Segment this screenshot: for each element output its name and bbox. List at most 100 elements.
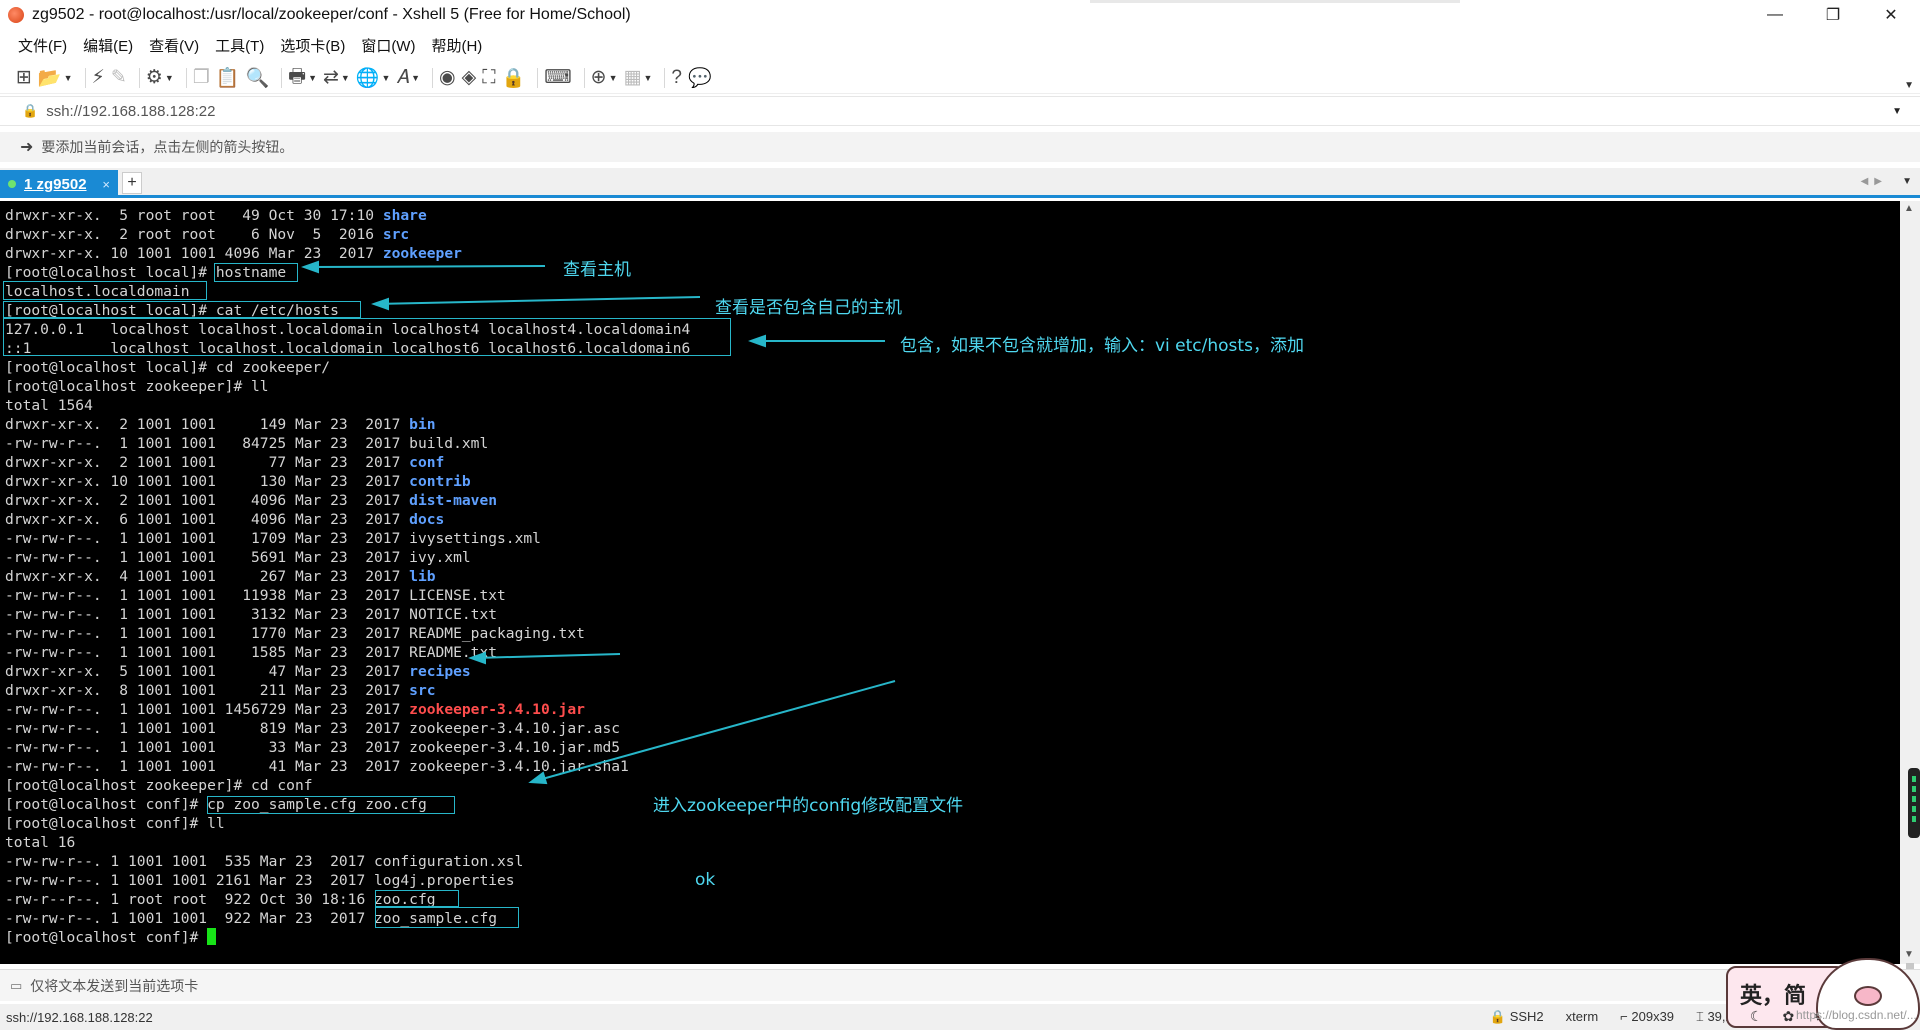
paste-icon[interactable]: 📋: [216, 66, 240, 90]
title-strip: [1090, 0, 1460, 3]
terminal-text: -rw-rw-r--. 1 1001 1001 5691 Mar 23 2017…: [5, 549, 471, 566]
print-icon[interactable]: 🖶 ▼: [288, 66, 317, 90]
toolbar-separator: [664, 67, 666, 88]
terminal-text: -rw-rw-r--. 1 1001 1001 2161 Mar 23 2017…: [5, 872, 515, 889]
chat-icon[interactable]: 💬: [688, 66, 712, 90]
xshell-app-icon: [8, 7, 24, 23]
send-target-icon[interactable]: ▭: [10, 978, 22, 994]
help-icon[interactable]: ?: [671, 66, 682, 90]
open-folder-icon[interactable]: 📂 ▼: [38, 66, 73, 90]
font-icon[interactable]: 𝐴 ▼: [396, 66, 420, 90]
close-button[interactable]: ✕: [1862, 0, 1920, 30]
address-input[interactable]: ssh://192.168.188.128:22: [46, 103, 215, 120]
highlight-hostname-cmd: [214, 263, 298, 282]
menu-bar: 文件(F) 编辑(E) 查看(V) 工具(T) 选项卡(B) 窗口(W) 帮助(…: [0, 30, 1920, 60]
terminal-line: -rw-rw-r--. 1 1001 1001 5691 Mar 23 2017…: [5, 548, 690, 567]
toolbar-overflow-icon[interactable]: ▼: [1904, 80, 1914, 91]
terminal-line: -rw-rw-r--. 1 1001 1001 2161 Mar 23 2017…: [5, 871, 690, 890]
terminal-line: [root@localhost zookeeper]# cd conf: [5, 776, 690, 795]
terminal-text: [root@localhost local]# cd zookeeper/: [5, 359, 331, 376]
terminal-text: [root@localhost zookeeper]# cd conf: [5, 777, 313, 794]
terminal-line: drwxr-xr-x. 2 1001 1001 77 Mar 23 2017 c…: [5, 453, 690, 472]
send-target-text[interactable]: 仅将文本发送到当前选项卡: [30, 976, 198, 996]
directory-name: contrib: [409, 473, 471, 490]
terminal-text: drwxr-xr-x. 5 root root 49 Oct 30 17:10: [5, 207, 383, 224]
terminal-text: -rw-rw-r--. 1 1001 1001 1709 Mar 23 2017…: [5, 530, 541, 547]
terminal-line: -rw-rw-r--. 1 1001 1001 922 Mar 23 2017 …: [5, 909, 690, 928]
terminal-line: -rw-rw-r--. 1 1001 1001 11938 Mar 23 201…: [5, 586, 690, 605]
terminal-text: drwxr-xr-x. 8 1001 1001 211 Mar 23 2017: [5, 682, 410, 699]
terminal-text: drwxr-xr-x. 10 1001 1001 130 Mar 23 2017: [5, 473, 410, 490]
annotation-add-hosts: 包含，如果不包含就增加，输入：vi etc/hosts，添加: [900, 336, 1304, 356]
connected-status-icon: [8, 180, 16, 188]
minimize-button[interactable]: —: [1746, 0, 1804, 30]
menu-window[interactable]: 窗口(W): [361, 35, 415, 56]
menu-tabs[interactable]: 选项卡(B): [280, 35, 345, 56]
tab-close-icon[interactable]: ×: [102, 177, 110, 192]
add-tab-button[interactable]: +: [122, 172, 142, 194]
address-dropdown-icon[interactable]: ▼: [1892, 106, 1902, 117]
layout-icon[interactable]: ▦ ▼: [624, 66, 653, 90]
tab-zg9502[interactable]: 1 zg9502 ×: [0, 170, 118, 198]
keyboard-icon[interactable]: ⌨: [544, 66, 571, 90]
terminal-line: -rw-rw-r--. 1 1001 1001 1456729 Mar 23 2…: [5, 700, 690, 719]
terminal-line: [root@localhost conf]# ll: [5, 814, 690, 833]
terminal-text: drwxr-xr-x. 2 1001 1001 149 Mar 23 2017: [5, 416, 410, 433]
menu-help[interactable]: 帮助(H): [431, 35, 482, 56]
tab-scroll-icons[interactable]: ◀▶: [1861, 176, 1888, 187]
properties-icon[interactable]: ⚙ ▼: [146, 66, 174, 90]
annotation-ok: ok: [695, 870, 716, 890]
terminal-text: -rw-rw-r--. 1 1001 1001 535 Mar 23 2017 …: [5, 853, 524, 870]
disconnect-icon[interactable]: ✎: [111, 66, 127, 90]
new-tab-icon[interactable]: ⊕ ▼: [591, 66, 618, 90]
menu-file[interactable]: 文件(F): [18, 35, 67, 56]
highlight-zoo-cfg: [375, 890, 459, 907]
terminal-text: -rw-rw-r--. 1 1001 1001 41 Mar 23 2017 z…: [5, 758, 629, 775]
xmanager-icon[interactable]: ◈: [462, 66, 477, 90]
annotation-check-host: 查看主机: [563, 260, 631, 280]
lock-icon: 🔒: [22, 103, 39, 118]
terminal-line: drwxr-xr-x. 2 1001 1001 149 Mar 23 2017 …: [5, 415, 690, 434]
lock-icon[interactable]: 🔒: [502, 66, 526, 90]
terminal-line: drwxr-xr-x. 10 1001 1001 130 Mar 23 2017…: [5, 472, 690, 491]
fullscreen-icon[interactable]: ⛶: [482, 66, 495, 90]
menu-tools[interactable]: 工具(T): [215, 35, 264, 56]
terminal-line: drwxr-xr-x. 5 1001 1001 47 Mar 23 2017 r…: [5, 662, 690, 681]
toolbar-separator: [537, 67, 539, 88]
status-bar: ssh://192.168.188.128:22 🔒 SSH2 xterm ⌐ …: [0, 1004, 1920, 1030]
status-address: ssh://192.168.188.128:22: [6, 1009, 153, 1025]
highlight-zoo-sample-cfg: [375, 907, 519, 928]
toolbar-separator: [185, 67, 187, 88]
transfer-icon[interactable]: ⇄ ▼: [323, 66, 350, 90]
directory-name: src: [382, 226, 410, 243]
copy-icon[interactable]: ❐: [193, 66, 210, 90]
status-term: xterm: [1565, 1009, 1599, 1024]
terminal-text: [root@localhost conf]# ll: [5, 815, 225, 832]
ime-widget[interactable]: 英，简 ☾ ✿ ⚙ https://blog.csdn.net/...: [1726, 958, 1920, 1030]
terminal-line: -rw-rw-r--. 1 1001 1001 535 Mar 23 2017 …: [5, 852, 690, 871]
terminal-line: drwxr-xr-x. 2 root root 6 Nov 5 2016 src: [5, 225, 690, 244]
terminal-text: -rw-rw-r--. 1 1001 1001 11938 Mar 23 201…: [5, 587, 506, 604]
globe-icon[interactable]: 🌐 ▼: [356, 66, 391, 90]
tab-list-icon[interactable]: ▼: [1902, 176, 1912, 187]
directory-name: share: [382, 207, 427, 224]
add-session-arrow-icon[interactable]: ➜: [20, 137, 33, 157]
menu-edit[interactable]: 编辑(E): [83, 35, 133, 56]
terminal-line: -rw-r--r--. 1 root root 922 Oct 30 18:16…: [5, 890, 690, 909]
directory-name: dist-maven: [409, 492, 498, 509]
terminal-line: -rw-rw-r--. 1 1001 1001 1709 Mar 23 2017…: [5, 529, 690, 548]
menu-view[interactable]: 查看(V): [149, 35, 199, 56]
title-bar: zg9502 - root@localhost:/usr/local/zooke…: [0, 0, 1920, 30]
terminal-text: -rw-rw-r--. 1 1001 1001 33 Mar 23 2017 z…: [5, 739, 621, 756]
find-icon[interactable]: 🔍: [245, 66, 269, 90]
address-bar: 🔒 ssh://192.168.188.128:22 ▼: [0, 96, 1920, 126]
terminal-scrollbar[interactable]: ▲ ▼: [1900, 201, 1920, 1030]
xftp-icon[interactable]: ◉: [439, 66, 456, 90]
window-title: zg9502 - root@localhost:/usr/local/zooke…: [32, 6, 631, 23]
terminal-text: -rw-rw-r--. 1 1001 1001 84725 Mar 23 201…: [5, 435, 489, 452]
tab-label: 1 zg9502: [24, 175, 87, 193]
reconnect-icon[interactable]: ⚡: [92, 66, 105, 90]
scroll-up-icon[interactable]: ▲: [1904, 203, 1914, 214]
restore-button[interactable]: ❐: [1804, 0, 1862, 30]
new-session-icon[interactable]: ⊞: [16, 66, 32, 90]
